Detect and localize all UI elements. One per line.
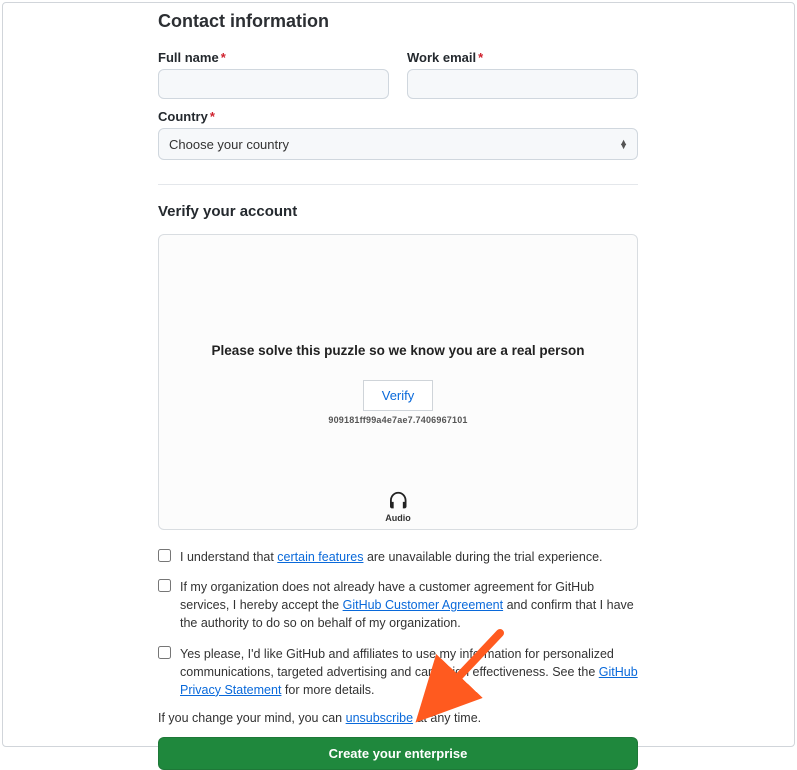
fullname-label: Full name* xyxy=(158,50,389,65)
country-label: Country* xyxy=(158,109,638,124)
captcha-id: 909181ff99a4e7ae7.7406967101 xyxy=(159,415,637,425)
unsubscribe-link[interactable]: unsubscribe xyxy=(346,711,413,725)
customer-agreement-link[interactable]: GitHub Customer Agreement xyxy=(343,598,504,612)
captcha-box: Please solve this puzzle so we know you … xyxy=(158,234,638,530)
agreement-consent-text: If my organization does not already have… xyxy=(180,578,638,632)
agreement-checkbox[interactable] xyxy=(158,579,171,592)
workemail-label: Work email* xyxy=(407,50,638,65)
audio-label: Audio xyxy=(385,513,411,523)
required-mark: * xyxy=(478,50,483,65)
unsubscribe-note: If you change your mind, you can unsubsc… xyxy=(158,711,638,725)
required-mark: * xyxy=(221,50,226,65)
create-enterprise-button[interactable]: Create your enterprise xyxy=(158,737,638,770)
certain-features-link[interactable]: certain features xyxy=(277,550,363,564)
verify-title: Verify your account xyxy=(158,203,638,220)
verify-button[interactable]: Verify xyxy=(363,380,434,411)
audio-option[interactable]: Audio xyxy=(385,490,411,523)
features-consent-text: I understand that certain features are u… xyxy=(180,548,603,566)
fullname-input[interactable] xyxy=(158,69,389,99)
marketing-consent-text: Yes please, I'd like GitHub and affiliat… xyxy=(180,645,638,699)
required-mark: * xyxy=(210,109,215,124)
captcha-instruction: Please solve this puzzle so we know you … xyxy=(159,343,637,358)
divider xyxy=(158,184,638,185)
features-checkbox[interactable] xyxy=(158,549,171,562)
section-title: Contact information xyxy=(158,11,638,32)
marketing-checkbox[interactable] xyxy=(158,646,171,659)
workemail-input[interactable] xyxy=(407,69,638,99)
country-select[interactable]: Choose your country xyxy=(158,128,638,160)
